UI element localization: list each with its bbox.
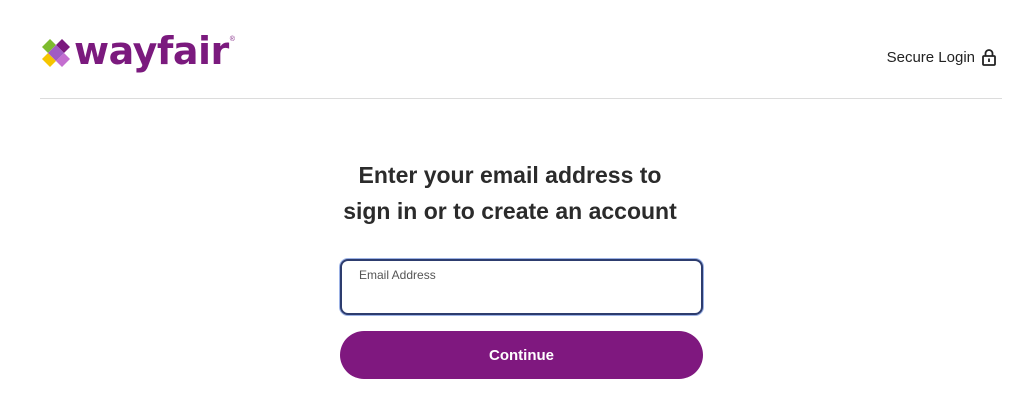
sign-in-section: Enter your email address to sign in or t… [0,157,1020,379]
wayfair-logo[interactable]: wayfair ® [40,29,235,76]
lock-icon [982,49,996,66]
email-field-label: Email Address [359,268,436,282]
page-title-line-1: Enter your email address to [358,162,662,188]
secure-login-indicator: Secure Login [887,49,996,66]
continue-button[interactable]: Continue [340,331,703,379]
logo-wordmark: wayfair [74,29,229,73]
header: wayfair ® Secure Login [40,0,1002,99]
wayfair-pinwheel-icon [42,39,70,67]
page-title-line-2: sign in or to create an account [343,198,677,224]
registered-mark: ® [229,35,235,43]
page-title: Enter your email address to sign in or t… [300,157,720,229]
page: wayfair ® Secure Login Enter your email … [0,0,1020,411]
email-input[interactable] [358,285,683,309]
secure-login-label: Secure Login [886,49,975,66]
email-form: Email Address Continue [340,259,703,379]
email-field[interactable]: Email Address [340,259,703,315]
